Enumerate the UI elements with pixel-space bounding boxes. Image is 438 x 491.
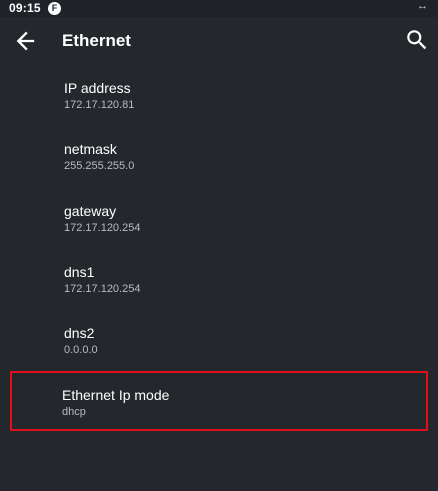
- notification-app-icon: F: [48, 2, 61, 15]
- list-item-value: 172.17.120.81: [64, 99, 135, 111]
- list-item-value: 255.255.255.0: [64, 160, 135, 172]
- list-item-title: dns2: [64, 325, 95, 341]
- list-item-title: netmask: [64, 141, 117, 157]
- search-icon: [407, 30, 427, 50]
- list-item-value: 172.17.120.254: [64, 283, 141, 295]
- list-item-title: IP address: [64, 80, 131, 96]
- list-item-value: 0.0.0.0: [64, 344, 98, 356]
- list-item-dns2[interactable]: dns2 0.0.0.0: [0, 311, 438, 371]
- list-item-value: dhcp: [62, 406, 86, 418]
- list-item-value: 172.17.120.254: [64, 222, 141, 234]
- status-time: 09:15: [9, 1, 41, 15]
- list-item-title: dns1: [64, 264, 95, 280]
- list-item-title: Ethernet Ip mode: [62, 387, 170, 403]
- back-button[interactable]: [12, 27, 40, 55]
- app-bar: Ethernet: [0, 17, 438, 65]
- sync-icon: ↔: [417, 0, 428, 12]
- ethernet-settings-screen: 09:15 F ↔ Ethernet IP address 172.17.120…: [0, 0, 438, 491]
- search-button[interactable]: [404, 27, 430, 53]
- arrow-back-icon: [16, 31, 35, 51]
- list-item-ip-address[interactable]: IP address 172.17.120.81: [0, 66, 438, 126]
- list-item-ethernet-ip-mode[interactable]: Ethernet Ip mode dhcp: [10, 371, 428, 431]
- page-title: Ethernet: [62, 31, 131, 50]
- list-item-dns1[interactable]: dns1 172.17.120.254: [0, 250, 438, 310]
- list-item-netmask[interactable]: netmask 255.255.255.0: [0, 127, 438, 187]
- list-item-gateway[interactable]: gateway 172.17.120.254: [0, 189, 438, 249]
- list-item-title: gateway: [64, 203, 117, 219]
- status-bar: 09:15 F ↔: [0, 0, 438, 17]
